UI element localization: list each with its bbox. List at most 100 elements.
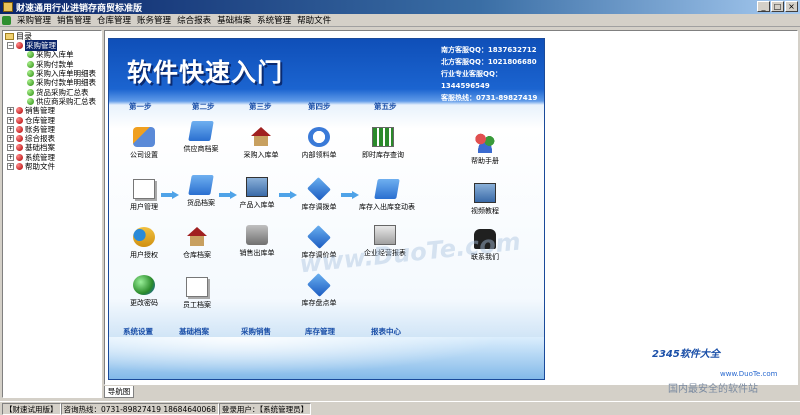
tab-navigation-map[interactable]: 导航图 (104, 386, 134, 398)
link-system-settings[interactable]: 系统设置 (123, 326, 153, 337)
computer-icon (246, 177, 268, 197)
node-ball-icon (16, 125, 23, 133)
menu-purchase[interactable]: 采购管理 (14, 14, 54, 26)
supplier-tile[interactable]: 供应商档案 (171, 121, 231, 154)
leaf-ball-icon (27, 51, 34, 59)
tile-label: 销售出库单 (239, 249, 275, 257)
link-basic-data[interactable]: 基础档案 (179, 326, 209, 337)
warehouse-icon (250, 127, 272, 147)
node-ball-icon (16, 135, 23, 143)
expand-icon[interactable]: + (7, 135, 14, 143)
node-ball-icon (16, 144, 23, 152)
tile-label: 库存入出库变动表 (359, 203, 415, 211)
leaf-ball-icon (27, 70, 34, 78)
menu-help[interactable]: 帮助文件 (294, 14, 334, 26)
folder-icon (5, 32, 14, 40)
transfer-tile[interactable]: 库存调拨单 (289, 177, 349, 212)
close-button[interactable]: × (785, 1, 798, 12)
step-2: 第二步 (192, 102, 215, 111)
contact-south-qq: 南方客服QQ：1837632712 (441, 46, 537, 54)
leaf-ball-icon (27, 97, 34, 105)
folder-icon (374, 179, 400, 199)
site-brand: 2345软件大全 (652, 349, 720, 360)
navigation-tree: 目录 − 采购管理 采购入库单 采购付款单 采购入库单明细表 采购付款单明细表 … (2, 30, 102, 398)
user-authorization-tile[interactable]: 用户授权 (114, 227, 174, 260)
company-settings-tile[interactable]: 公司设置 (114, 127, 174, 160)
change-password-tile[interactable]: 更改密码 (114, 275, 174, 308)
stock-query-tile[interactable]: 即时库存查询 (353, 127, 413, 160)
tile-label: 内部领料单 (301, 151, 337, 159)
step-4: 第四步 (308, 102, 331, 111)
panel-title: 软件快速入门 (127, 58, 284, 87)
expand-icon[interactable]: + (7, 116, 14, 124)
minimize-button[interactable]: _ (757, 1, 770, 12)
collapse-icon[interactable]: − (7, 42, 14, 50)
sales-out-tile[interactable]: 销售出库单 (227, 225, 287, 258)
tile-label: 采购入库单 (243, 151, 279, 159)
menu-basic-data[interactable]: 基础档案 (214, 14, 254, 26)
expand-icon[interactable]: + (7, 144, 14, 152)
step-1: 第一步 (129, 102, 152, 111)
link-report-center[interactable]: 报表中心 (371, 326, 401, 337)
gauge-icon (308, 127, 330, 147)
status-login: 登录用户：【系统管理员】 (218, 402, 312, 415)
menu-bar: 采购管理 销售管理 仓库管理 账务管理 综合报表 基础档案 系统管理 帮助文件 (0, 14, 800, 27)
tile-label: 供应商档案 (183, 145, 219, 153)
employee-file-tile[interactable]: 员工档案 (167, 277, 227, 310)
document-icon (186, 277, 208, 297)
quick-start-panel: 软件快速入门 南方客服QQ：1837632712 北方客服QQ：10218066… (108, 38, 545, 380)
video-tutorial-tile[interactable]: 视频教程 (455, 183, 515, 216)
internal-requisition-tile[interactable]: 内部领料单 (289, 127, 349, 160)
menu-app-icon (2, 15, 11, 25)
status-bar: 【财速试用版】 咨询热线：0731-89827419 18684640068 登… (0, 401, 800, 415)
contact-industry-qq: 行业专业客服QQ：1344596549 (441, 70, 502, 90)
tree-node-label: 帮助文件 (25, 162, 55, 172)
menu-reports[interactable]: 综合报表 (174, 14, 214, 26)
inout-detail-tile[interactable]: 库存入出库变动表 (357, 179, 417, 212)
folder-icon (188, 121, 214, 141)
link-purchase-sales[interactable]: 采购销售 (241, 326, 271, 337)
expand-icon[interactable]: + (7, 153, 14, 161)
menu-accounts[interactable]: 账务管理 (134, 14, 174, 26)
tile-label: 视频教程 (471, 207, 499, 215)
expand-icon[interactable]: + (7, 163, 14, 170)
tile-label: 仓库档案 (183, 251, 211, 259)
water-wave-decoration (109, 337, 544, 379)
node-ball-icon (16, 107, 23, 115)
maximize-button[interactable]: □ (771, 1, 784, 12)
window-title: 财速通用行业进销存商贸标准版 (16, 3, 143, 14)
node-ball-icon (16, 42, 23, 50)
tile-label: 帮助手册 (471, 157, 499, 165)
expand-icon[interactable]: + (7, 125, 14, 133)
tile-label: 更改密码 (130, 299, 158, 307)
stocktake-tile[interactable]: 库存盘点单 (289, 273, 349, 308)
tile-label: 产品入库单 (239, 201, 275, 209)
menu-system[interactable]: 系统管理 (254, 14, 294, 26)
tile-label: 公司设置 (130, 151, 158, 159)
help-manual-tile[interactable]: 帮助手册 (455, 133, 515, 166)
tile-label: 员工档案 (183, 301, 211, 309)
status-edition: 【财速试用版】 (2, 402, 61, 415)
contact-info: 南方客服QQ：1837632712 北方客服QQ：1021806680 行业专业… (441, 44, 544, 104)
purchase-in-tile[interactable]: 采购入库单 (231, 127, 291, 160)
link-inventory[interactable]: 库存管理 (305, 326, 335, 337)
menu-warehouse[interactable]: 仓库管理 (94, 14, 134, 26)
menu-sales[interactable]: 销售管理 (54, 14, 94, 26)
step-3: 第三步 (249, 102, 272, 111)
leaf-ball-icon (27, 79, 34, 87)
product-in-tile[interactable]: 产品入库单 (227, 177, 287, 210)
folder-icon (188, 175, 214, 195)
status-hotline: 咨询热线：0731-89827419 18684640068 (60, 402, 219, 415)
tile-label: 货品档案 (187, 199, 215, 207)
tree-node-help[interactable]: + 帮助文件 (3, 162, 101, 171)
expand-icon[interactable]: + (7, 107, 14, 115)
app-icon (3, 2, 13, 12)
node-ball-icon (16, 153, 23, 161)
key-icon (133, 227, 155, 247)
globe-icon (133, 275, 155, 295)
box-icon (307, 225, 331, 249)
warehouse-file-tile[interactable]: 仓库档案 (167, 227, 227, 260)
step-5: 第五步 (374, 102, 397, 111)
leaf-ball-icon (27, 88, 34, 96)
site-url: www.DuoTe.com (720, 370, 778, 378)
